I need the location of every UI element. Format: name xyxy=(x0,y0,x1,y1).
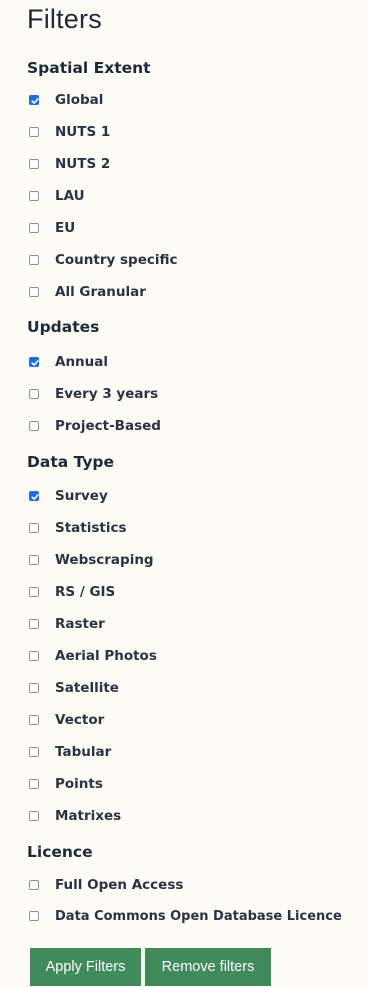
remove-filters-button[interactable]: Remove filters xyxy=(145,948,271,986)
checkbox[interactable] xyxy=(29,95,39,105)
checkbox[interactable] xyxy=(29,587,39,597)
group-heading-updates: Updates xyxy=(27,318,100,336)
option-label: Points xyxy=(55,776,103,792)
checkbox-option-full-open-access[interactable]: Full Open Access xyxy=(29,875,183,895)
option-label: Tabular xyxy=(55,744,112,760)
checkbox-option-every-3-years[interactable]: Every 3 years xyxy=(29,384,158,404)
checkbox[interactable] xyxy=(29,811,39,821)
option-label: Every 3 years xyxy=(55,386,159,402)
checkbox[interactable] xyxy=(29,715,39,725)
option-label: NUTS 1 xyxy=(55,124,111,140)
option-label: Data Commons Open Database Licence xyxy=(55,908,342,924)
checkbox[interactable] xyxy=(29,651,39,661)
group-heading-licence: Licence xyxy=(27,843,93,861)
option-label: RS / GIS xyxy=(55,584,116,600)
checkbox[interactable] xyxy=(29,191,39,201)
option-label: Country specific xyxy=(55,252,178,268)
checkbox[interactable] xyxy=(29,555,39,565)
checkbox[interactable] xyxy=(29,683,39,693)
option-label: Matrixes xyxy=(55,808,122,824)
option-label: Vector xyxy=(55,712,105,728)
filters-panel: Filters Spatial Extent Global NUTS 1 NUT… xyxy=(0,0,369,987)
filters-title: Filters xyxy=(27,4,102,34)
checkbox-option-vector[interactable]: Vector xyxy=(29,710,104,730)
checkbox[interactable] xyxy=(29,159,39,169)
checkbox[interactable] xyxy=(29,223,39,233)
checkbox-option-rs-gis[interactable]: RS / GIS xyxy=(29,582,115,602)
checkbox[interactable] xyxy=(29,357,39,367)
checkbox[interactable] xyxy=(29,421,39,431)
checkbox-option-matrixes[interactable]: Matrixes xyxy=(29,806,121,826)
option-label: Annual xyxy=(55,354,109,370)
option-label: NUTS 2 xyxy=(55,156,111,172)
checkbox[interactable] xyxy=(29,255,39,265)
checkbox-option-annual[interactable]: Annual xyxy=(29,352,108,372)
checkbox-option-project-based[interactable]: Project-Based xyxy=(29,416,161,436)
option-label: Full Open Access xyxy=(55,877,184,893)
checkbox-option-country-specific[interactable]: Country specific xyxy=(29,250,178,270)
option-label: Statistics xyxy=(55,520,127,536)
checkbox-option-lau[interactable]: LAU xyxy=(29,186,85,206)
option-label: Satellite xyxy=(55,680,119,696)
option-label: EU xyxy=(55,220,76,236)
option-label: Survey xyxy=(55,488,108,504)
option-label: Global xyxy=(55,92,104,108)
option-label: All Granular xyxy=(55,284,146,300)
checkbox[interactable] xyxy=(29,127,39,137)
checkbox[interactable] xyxy=(29,619,39,629)
option-label: Aerial Photos xyxy=(55,648,157,664)
checkbox[interactable] xyxy=(29,389,39,399)
checkbox-option-satellite[interactable]: Satellite xyxy=(29,678,119,698)
checkbox-option-nuts-1[interactable]: NUTS 1 xyxy=(29,122,110,142)
checkbox-option-tabular[interactable]: Tabular xyxy=(29,742,111,762)
group-heading-data-type: Data Type xyxy=(27,453,115,471)
checkbox-option-aerial-photos[interactable]: Aerial Photos xyxy=(29,646,157,666)
checkbox-option-data-commons-open-database-licence[interactable]: Data Commons Open Database Licence xyxy=(29,906,342,926)
checkbox-option-points[interactable]: Points xyxy=(29,774,103,794)
option-label: Webscraping xyxy=(55,552,154,568)
checkbox-option-statistics[interactable]: Statistics xyxy=(29,518,127,538)
checkbox-option-webscraping[interactable]: Webscraping xyxy=(29,550,154,570)
apply-filters-button[interactable]: Apply Filters xyxy=(30,948,141,986)
checkbox[interactable] xyxy=(29,287,39,297)
option-label: Project-Based xyxy=(55,418,161,434)
checkbox-option-eu[interactable]: EU xyxy=(29,218,75,238)
checkbox-option-all-granular[interactable]: All Granular xyxy=(29,282,146,302)
checkbox-option-survey[interactable]: Survey xyxy=(29,486,108,506)
option-label: Raster xyxy=(55,616,105,632)
checkbox[interactable] xyxy=(29,523,39,533)
checkbox-option-global[interactable]: Global xyxy=(29,90,103,110)
checkbox-option-raster[interactable]: Raster xyxy=(29,614,105,634)
group-heading-spatial-extent: Spatial Extent xyxy=(27,59,151,77)
checkbox[interactable] xyxy=(29,880,39,890)
checkbox[interactable] xyxy=(29,491,39,501)
option-label: LAU xyxy=(55,188,85,204)
checkbox[interactable] xyxy=(29,747,39,757)
checkbox[interactable] xyxy=(29,911,39,921)
checkbox[interactable] xyxy=(29,779,39,789)
checkbox-option-nuts-2[interactable]: NUTS 2 xyxy=(29,154,110,174)
